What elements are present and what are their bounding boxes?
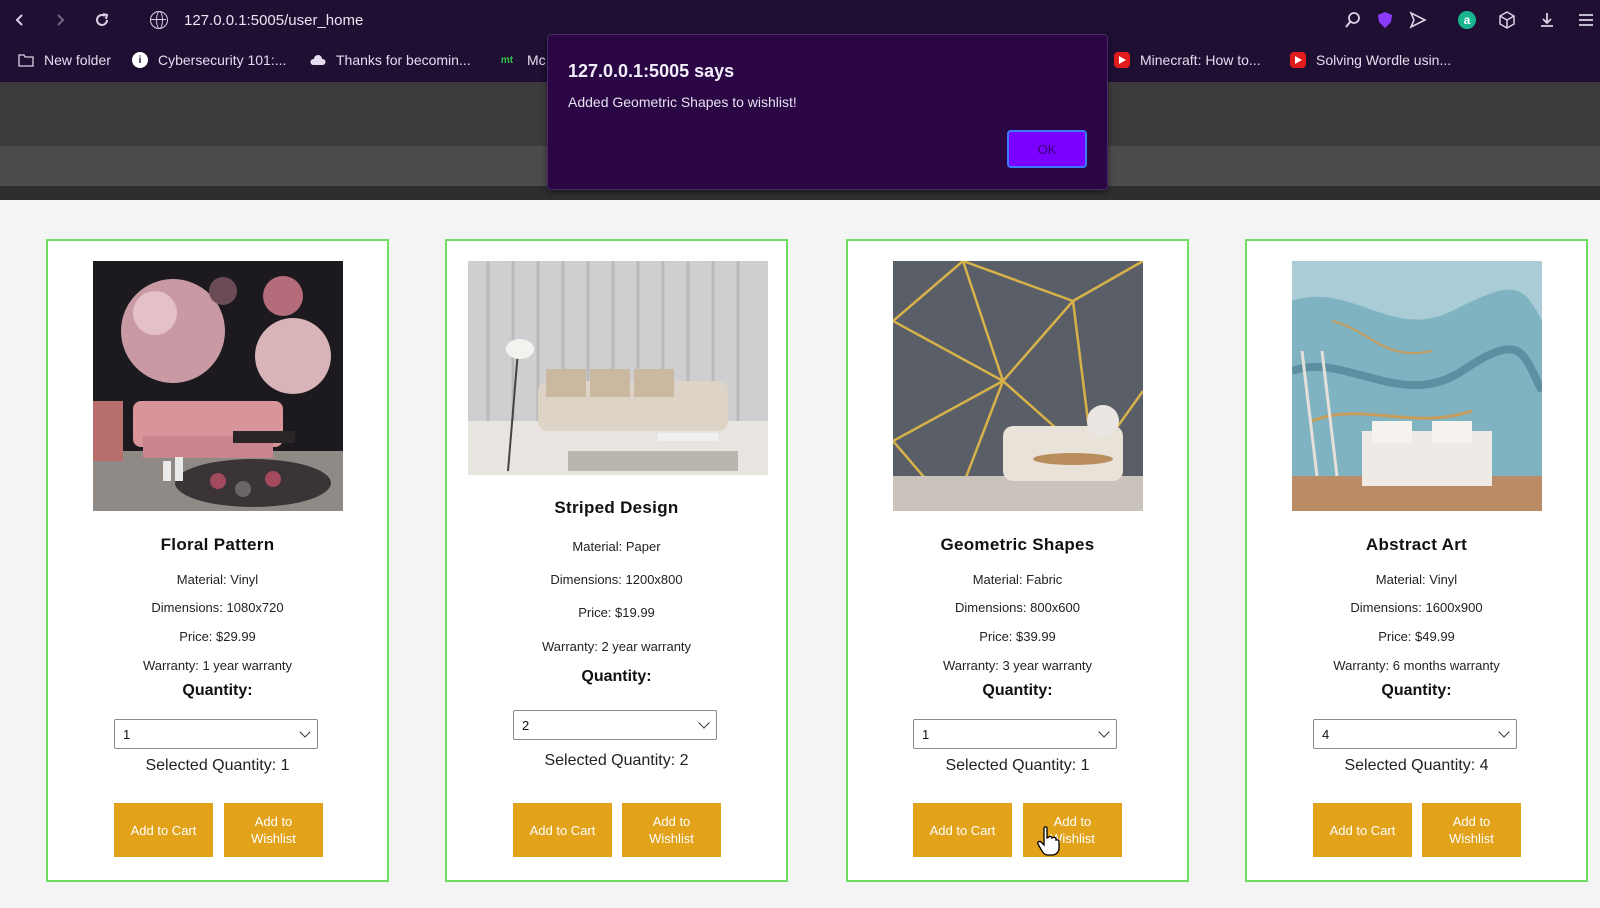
shield-icon[interactable] <box>1374 9 1396 31</box>
reload-icon[interactable] <box>90 8 114 32</box>
add-to-wishlist-button[interactable]: Add to Wishlist <box>622 803 721 857</box>
product-material: Material: Paper <box>572 539 661 554</box>
quantity-select[interactable]: 1 <box>114 719 318 749</box>
product-price: Price: $39.99 <box>979 629 1056 644</box>
quantity-label: Quantity: <box>182 682 253 699</box>
product-card-striped-design: Striped Design Material: Paper Dimension… <box>445 239 788 882</box>
add-to-wishlist-button[interactable]: Add to Wishlist <box>1422 803 1521 857</box>
product-warranty: Warranty: 6 months warranty <box>1333 658 1500 673</box>
quantity-label: Quantity: <box>1381 682 1452 699</box>
product-price: Price: $19.99 <box>578 605 655 620</box>
product-material: Material: Fabric <box>972 572 1063 587</box>
bookmark-label: Solving Wordle usin... <box>1316 52 1452 68</box>
globe-icon <box>150 11 168 29</box>
chevron-down-icon <box>1498 726 1510 738</box>
chevron-down-icon <box>299 726 311 738</box>
ok-button[interactable]: OK <box>1007 130 1087 168</box>
selected-quantity: Selected Quantity: 2 <box>544 752 689 769</box>
forward-arrow-icon[interactable] <box>48 8 72 32</box>
quantity-select-value: 1 <box>123 726 131 742</box>
selected-quantity: Selected Quantity: 4 <box>1344 757 1489 774</box>
folder-icon <box>18 52 34 68</box>
info-icon: i <box>132 52 148 68</box>
url-text: 127.0.0.1:5005/user_home <box>184 11 364 29</box>
product-price: Price: $29.99 <box>179 629 256 644</box>
quantity-select[interactable]: 4 <box>1313 719 1517 749</box>
add-to-wishlist-button[interactable]: Add to Wishlist <box>224 803 323 857</box>
svg-text:a: a <box>1464 13 1471 27</box>
bookmark-new-folder[interactable]: New folder <box>18 50 111 70</box>
product-image-floral-pattern <box>93 261 343 511</box>
cube-icon[interactable] <box>1496 9 1518 31</box>
back-arrow-icon[interactable] <box>8 8 32 32</box>
account-icon[interactable]: a <box>1456 9 1478 31</box>
product-price: Price: $49.99 <box>1378 629 1455 644</box>
alert-dialog: 127.0.0.1:5005 says Added Geometric Shap… <box>547 34 1108 190</box>
bookmark-cybersecurity[interactable]: i Cybersecurity 101:... <box>132 50 286 70</box>
product-warranty: Warranty: 2 year warranty <box>541 639 692 654</box>
product-card-floral-pattern: Floral Pattern Material: Vinyl Dimension… <box>46 239 389 882</box>
menu-icon[interactable] <box>1575 9 1597 31</box>
zoom-icon[interactable] <box>1342 9 1364 31</box>
product-material: Material: Vinyl <box>176 572 259 587</box>
quantity-label: Quantity: <box>581 668 652 685</box>
selected-quantity: Selected Quantity: 1 <box>945 757 1090 774</box>
mt-icon: mt <box>500 54 514 66</box>
bookmark-label: Thanks for becomin... <box>336 52 471 68</box>
chevron-down-icon <box>698 717 710 729</box>
add-to-cart-button[interactable]: Add to Cart <box>513 803 612 857</box>
product-image-geometric-shapes <box>893 261 1143 511</box>
send-icon[interactable] <box>1407 9 1429 31</box>
product-title: Geometric Shapes <box>940 535 1095 554</box>
bookmark-label: Minecraft: How to... <box>1140 52 1261 68</box>
dialog-title: 127.0.0.1:5005 says <box>568 61 735 81</box>
bookmark-label: New folder <box>44 52 111 68</box>
product-warranty: Warranty: 3 year warranty <box>942 658 1093 673</box>
product-material: Material: Vinyl <box>1375 572 1458 587</box>
quantity-label: Quantity: <box>982 682 1053 699</box>
bookmark-thanks[interactable]: Thanks for becomin... <box>310 50 471 70</box>
youtube-icon <box>1114 52 1130 68</box>
youtube-icon <box>1290 52 1306 68</box>
product-dimensions: Dimensions: 800x600 <box>954 600 1081 615</box>
bookmark-label: Mc <box>527 52 546 68</box>
quantity-select-value: 4 <box>1322 726 1330 742</box>
add-to-cart-button[interactable]: Add to Cart <box>913 803 1012 857</box>
quantity-select[interactable]: 2 <box>513 710 717 740</box>
bookmark-minecraft[interactable]: Minecraft: How to... <box>1114 50 1261 70</box>
product-card-geometric-shapes: Geometric Shapes Material: Fabric Dimens… <box>846 239 1189 882</box>
cloud-icon <box>310 52 326 68</box>
product-warranty: Warranty: 1 year warranty <box>142 658 293 673</box>
quantity-select-value: 2 <box>522 717 530 733</box>
product-dimensions: Dimensions: 1600x900 <box>1350 600 1483 615</box>
dialog-message: Added Geometric Shapes to wishlist! <box>568 94 797 110</box>
product-title: Floral Pattern <box>160 535 275 554</box>
chevron-down-icon <box>1098 726 1110 738</box>
bookmark-mc[interactable]: mt Mc <box>497 50 546 70</box>
product-dimensions: Dimensions: 1080x720 <box>151 600 284 615</box>
hand-cursor-icon <box>1036 826 1060 856</box>
quantity-select[interactable]: 1 <box>913 719 1117 749</box>
address-bar[interactable]: 127.0.0.1:5005/user_home <box>150 8 363 32</box>
add-to-cart-button[interactable]: Add to Cart <box>1313 803 1412 857</box>
quantity-select-value: 1 <box>922 726 930 742</box>
selected-quantity: Selected Quantity: 1 <box>145 757 290 774</box>
product-card-abstract-art: Abstract Art Material: Vinyl Dimensions:… <box>1245 239 1588 882</box>
product-dimensions: Dimensions: 1200x800 <box>550 572 683 587</box>
product-image-abstract-art <box>1292 261 1542 511</box>
product-title: Abstract Art <box>1365 535 1468 554</box>
product-title: Striped Design <box>554 498 679 517</box>
bookmark-wordle[interactable]: Solving Wordle usin... <box>1290 50 1451 70</box>
bookmark-label: Cybersecurity 101:... <box>158 52 287 68</box>
add-to-cart-button[interactable]: Add to Cart <box>114 803 213 857</box>
product-image-striped-design <box>468 261 768 475</box>
download-icon[interactable] <box>1536 9 1558 31</box>
